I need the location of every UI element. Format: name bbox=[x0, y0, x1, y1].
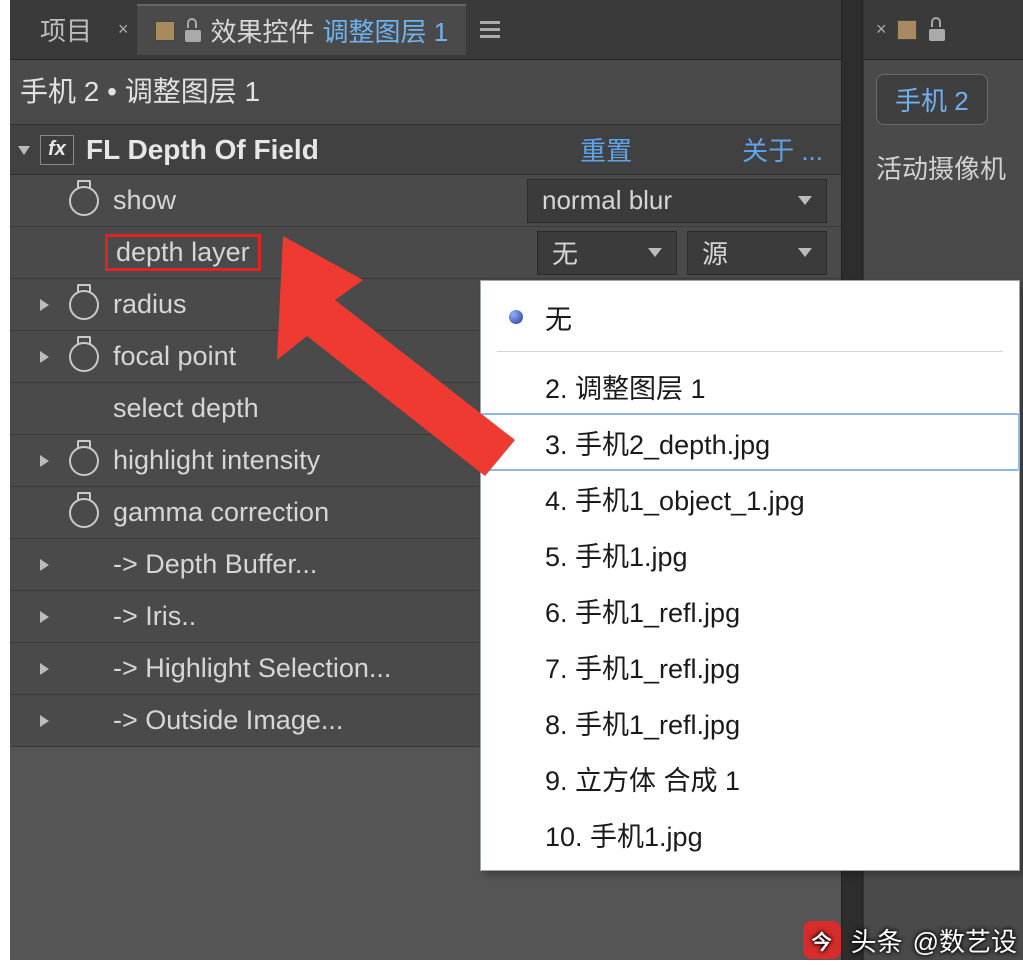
popup-item[interactable]: 2. 调整图层 1 bbox=[481, 358, 1019, 414]
watermark: 今 头条 @数艺设 bbox=[803, 921, 1017, 959]
param-label: depth layer bbox=[105, 234, 261, 271]
chevron-down-icon bbox=[798, 248, 812, 257]
stopwatch-icon bbox=[69, 706, 99, 736]
tab-effect-controls[interactable]: 效果控件 调整图层 1 bbox=[137, 4, 467, 55]
stopwatch-icon bbox=[69, 654, 99, 684]
popup-item[interactable]: 10. 手机1.jpg bbox=[481, 806, 1019, 862]
expand-arrow-icon[interactable] bbox=[40, 611, 49, 623]
panel-menu-icon[interactable] bbox=[480, 21, 500, 38]
popup-item-label: 6. 手机1_refl.jpg bbox=[533, 591, 740, 630]
effect-header[interactable]: fx FL Depth Of Field 重置 关于 ... bbox=[10, 125, 841, 175]
right-tab-bar: × bbox=[864, 0, 1023, 60]
right-tab-close-icon[interactable]: × bbox=[876, 19, 887, 40]
comp-icon bbox=[897, 20, 917, 40]
stopwatch-icon[interactable] bbox=[69, 186, 99, 216]
stopwatch-icon[interactable] bbox=[69, 446, 99, 476]
expand-arrow-icon[interactable] bbox=[40, 455, 49, 467]
breadcrumb: 手机 2 • 调整图层 1 bbox=[10, 60, 841, 125]
depth-layer-value: 无 bbox=[552, 234, 578, 271]
depth-layer-dropdown[interactable]: 无 bbox=[537, 231, 677, 275]
stopwatch-icon[interactable] bbox=[69, 498, 99, 528]
popup-item-label: 无 bbox=[533, 298, 572, 337]
effect-name: FL Depth Of Field bbox=[86, 134, 319, 166]
popup-item[interactable]: 9. 立方体 合成 1 bbox=[481, 750, 1019, 806]
composition-tab-label: 手机 2 bbox=[895, 81, 969, 118]
panel-tab-bar: 项目 × 效果控件 调整图层 1 bbox=[10, 0, 841, 60]
popup-item-label: 5. 手机1.jpg bbox=[533, 535, 688, 574]
active-camera-label: 活动摄像机 bbox=[876, 149, 1011, 186]
depth-source-value: 源 bbox=[702, 234, 728, 271]
popup-item[interactable]: 3. 手机2_depth.jpg bbox=[481, 414, 1019, 470]
param-label: focal point bbox=[113, 341, 236, 372]
chevron-down-icon bbox=[798, 196, 812, 205]
param-label: -> Outside Image... bbox=[113, 705, 343, 736]
watermark-brand: 头条 bbox=[851, 922, 903, 959]
chevron-down-icon bbox=[648, 248, 662, 257]
stopwatch-icon bbox=[69, 394, 99, 424]
param-row-show[interactable]: show normal blur bbox=[10, 175, 841, 227]
popup-item-none[interactable]: 无 bbox=[481, 289, 1019, 345]
stopwatch-icon[interactable] bbox=[69, 342, 99, 372]
comp-icon bbox=[155, 21, 175, 41]
expand-arrow-icon[interactable] bbox=[40, 663, 49, 675]
disclose-icon[interactable] bbox=[18, 146, 30, 155]
lock-icon bbox=[927, 17, 947, 43]
fx-toggle-icon[interactable]: fx bbox=[40, 135, 74, 165]
popup-item-label: 7. 手机1_refl.jpg bbox=[533, 647, 740, 686]
expand-arrow-icon[interactable] bbox=[40, 715, 49, 727]
param-label: show bbox=[113, 185, 176, 216]
reset-link[interactable]: 重置 bbox=[540, 131, 632, 168]
param-label: -> Highlight Selection... bbox=[113, 653, 391, 684]
tab-project[interactable]: 项目 bbox=[22, 5, 110, 54]
param-row-depthlayer[interactable]: depth layer 无 源 bbox=[10, 227, 841, 279]
watermark-logo-icon: 今 bbox=[803, 921, 841, 959]
popup-item-label: 3. 手机2_depth.jpg bbox=[533, 423, 770, 462]
lock-icon bbox=[183, 18, 203, 44]
stopwatch-icon bbox=[69, 602, 99, 632]
show-dropdown[interactable]: normal blur bbox=[527, 179, 827, 223]
stopwatch-icon[interactable] bbox=[69, 290, 99, 320]
layer-dropdown-popup[interactable]: 无 2. 调整图层 1 3. 手机2_depth.jpg 4. 手机1_object_… bbox=[480, 280, 1020, 871]
popup-item-label: 9. 立方体 合成 1 bbox=[533, 759, 740, 798]
param-label: select depth bbox=[113, 393, 259, 424]
popup-item-label: 4. 手机1_object_1.jpg bbox=[533, 479, 805, 518]
composition-tab[interactable]: 手机 2 bbox=[876, 74, 988, 125]
tab-effects-label: 效果控件 bbox=[211, 12, 315, 49]
show-dropdown-value: normal blur bbox=[542, 185, 672, 216]
popup-item[interactable]: 8. 手机1_refl.jpg bbox=[481, 694, 1019, 750]
popup-item[interactable]: 7. 手机1_refl.jpg bbox=[481, 638, 1019, 694]
watermark-handle: @数艺设 bbox=[913, 922, 1017, 959]
depth-source-dropdown[interactable]: 源 bbox=[687, 231, 827, 275]
popup-item[interactable]: 4. 手机1_object_1.jpg bbox=[481, 470, 1019, 526]
popup-item-label: 2. 调整图层 1 bbox=[533, 367, 706, 406]
expand-arrow-icon bbox=[40, 403, 49, 415]
expand-arrow-icon bbox=[40, 247, 49, 259]
popup-item[interactable]: 6. 手机1_refl.jpg bbox=[481, 582, 1019, 638]
param-label: gamma correction bbox=[113, 497, 329, 528]
tab-effects-target: 调整图层 1 bbox=[323, 12, 449, 49]
expand-arrow-icon bbox=[40, 507, 49, 519]
param-label: highlight intensity bbox=[113, 445, 320, 476]
tab-project-label: 项目 bbox=[40, 11, 92, 48]
selected-dot-icon bbox=[499, 310, 533, 324]
about-link[interactable]: 关于 ... bbox=[742, 131, 833, 168]
stopwatch-icon bbox=[69, 238, 99, 268]
param-label: radius bbox=[113, 289, 187, 320]
expand-arrow-icon[interactable] bbox=[40, 559, 49, 571]
expand-arrow-icon[interactable] bbox=[40, 351, 49, 363]
tab-close-icon[interactable]: × bbox=[118, 19, 129, 40]
popup-item-label: 8. 手机1_refl.jpg bbox=[533, 703, 740, 742]
stopwatch-icon bbox=[69, 550, 99, 580]
effects-panel: 项目 × 效果控件 调整图层 1 手机 2 • 调整图层 1 fx FL Dep… bbox=[10, 0, 841, 960]
expand-arrow-icon[interactable] bbox=[40, 299, 49, 311]
param-label: -> Depth Buffer... bbox=[113, 549, 317, 580]
popup-item[interactable]: 5. 手机1.jpg bbox=[481, 526, 1019, 582]
popup-item-label: 10. 手机1.jpg bbox=[533, 815, 703, 854]
popup-separator bbox=[497, 351, 1003, 352]
expand-arrow-icon bbox=[40, 195, 49, 207]
param-label: -> Iris.. bbox=[113, 601, 196, 632]
